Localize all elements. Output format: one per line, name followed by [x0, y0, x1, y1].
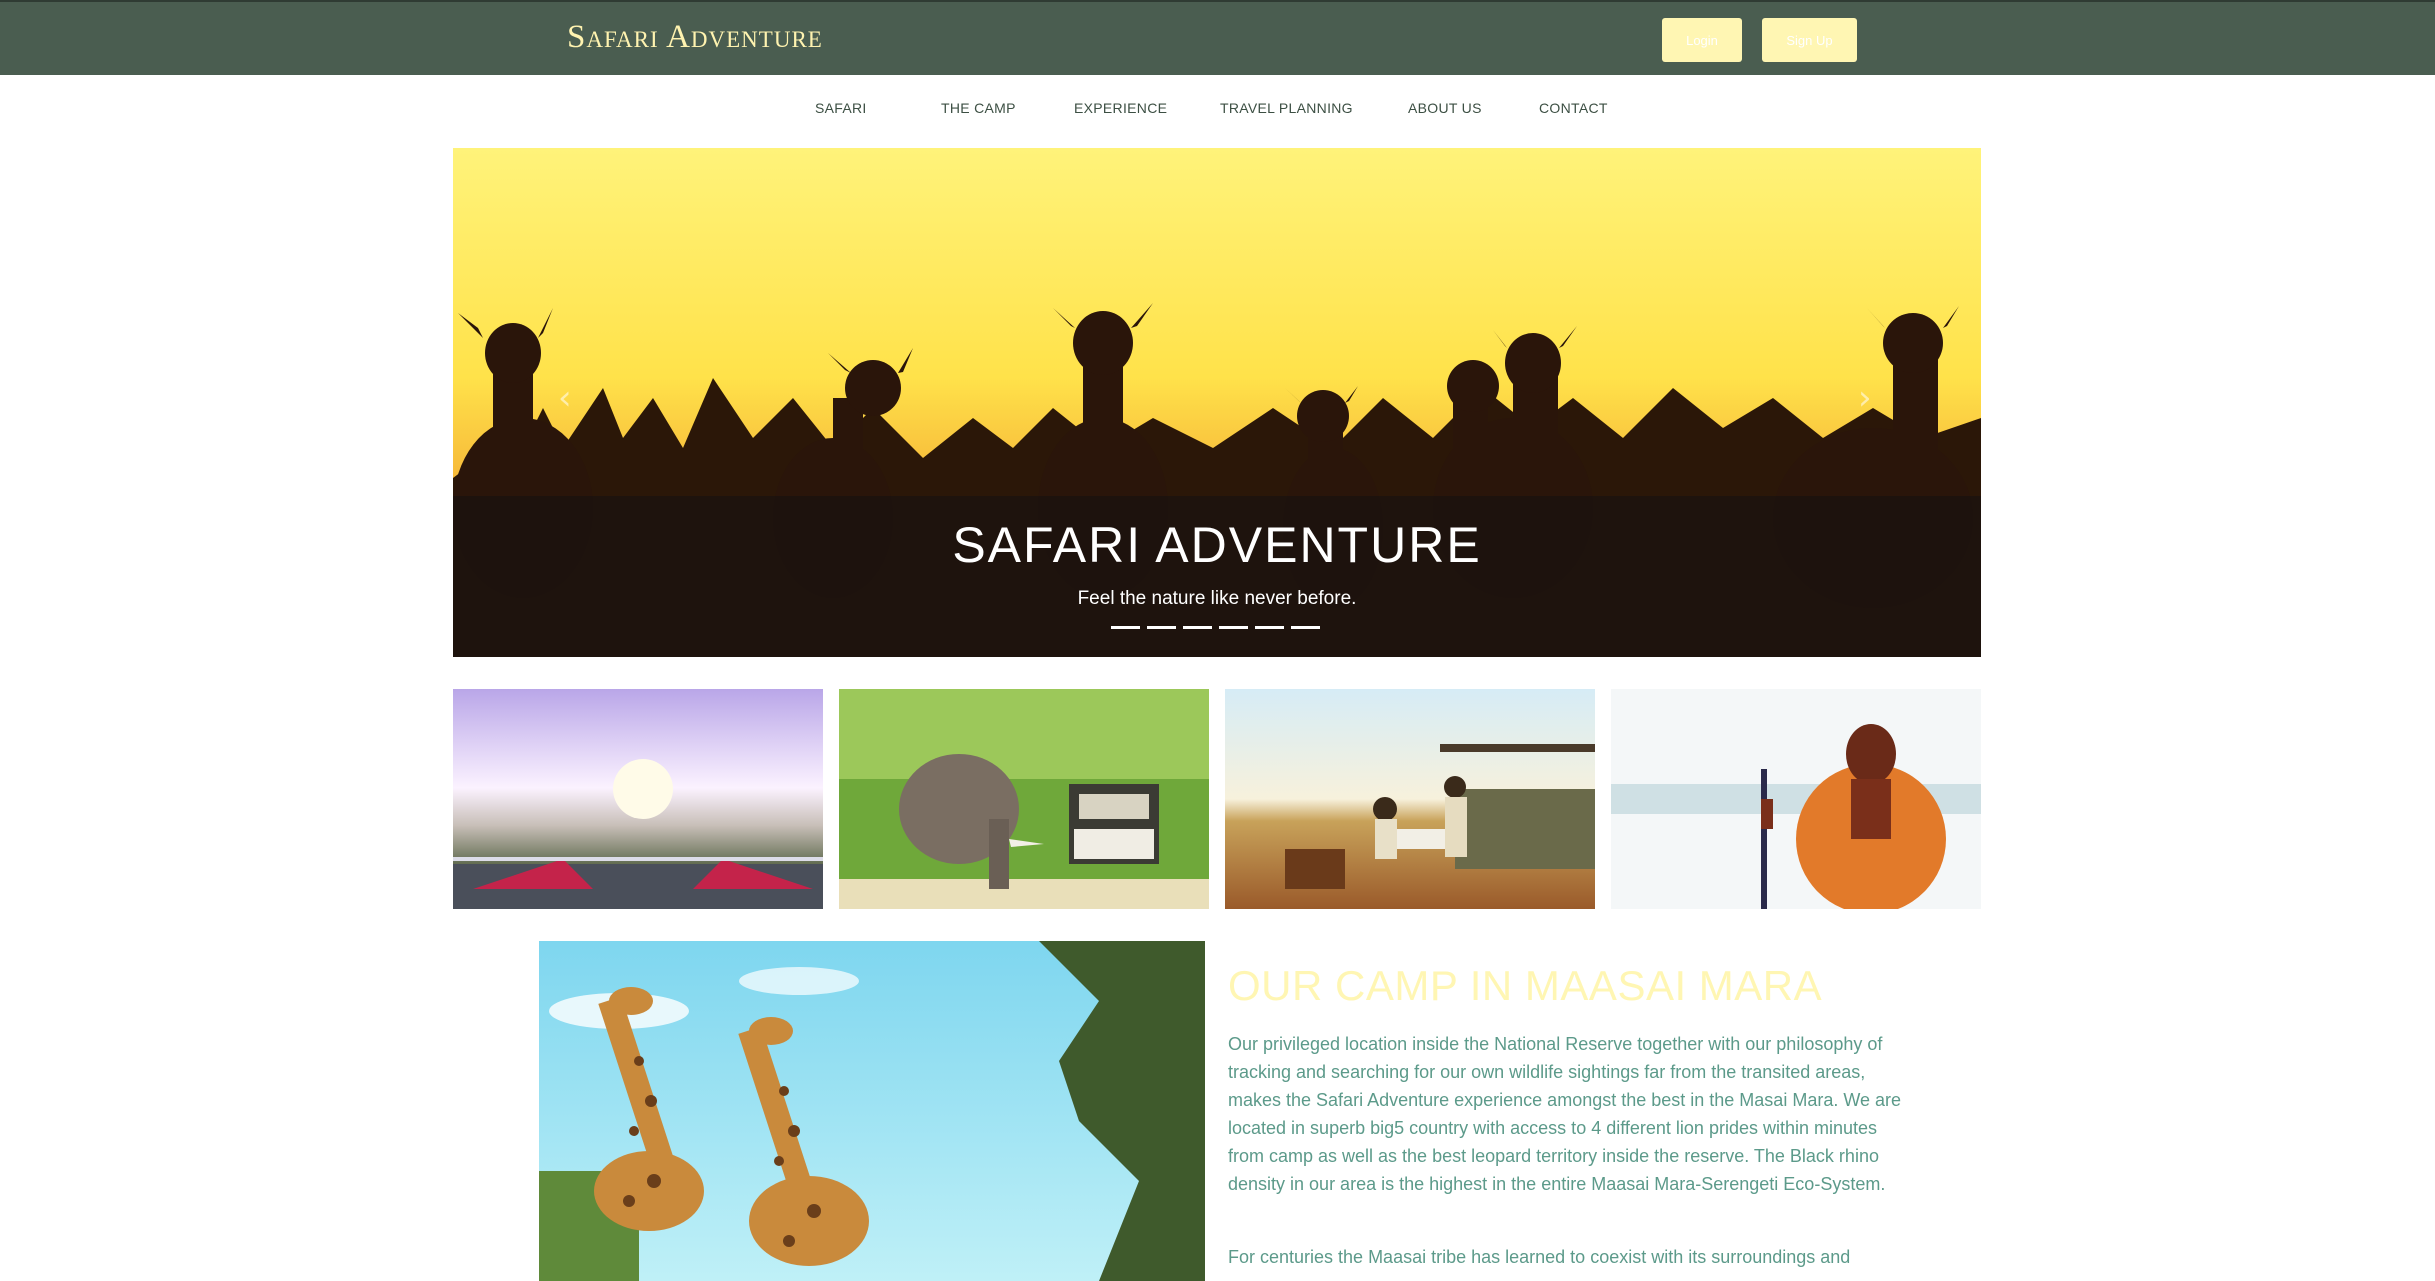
carousel-indicator[interactable] — [1147, 626, 1176, 629]
nav-item-experience[interactable]: EXPERIENCE — [1074, 100, 1167, 116]
nav-item-about-us[interactable]: ABOUT US — [1408, 100, 1482, 116]
carousel-indicator[interactable] — [1111, 626, 1140, 629]
thumb-elephant-jeep[interactable] — [839, 689, 1209, 909]
thumb-sunset-lounge[interactable] — [453, 689, 823, 909]
hero-subtitle: Feel the nature like never before. — [1077, 588, 1357, 609]
hero-carousel[interactable]: SAFARI ADVENTURE Feel the nature like ne… — [453, 148, 1981, 657]
carousel-indicator[interactable] — [1183, 626, 1212, 629]
nav-item-travel-planning[interactable]: TRAVEL PLANNING — [1220, 100, 1353, 116]
giraffe-image — [539, 941, 1205, 1281]
carousel-indicator[interactable] — [1255, 626, 1284, 629]
nav-item-safari[interactable]: SAFARI — [815, 100, 867, 116]
signup-button[interactable]: Sign Up — [1762, 18, 1857, 62]
chevron-right-icon[interactable]: › — [1858, 378, 1872, 418]
brand-logo[interactable]: Safari Adventure — [567, 19, 823, 56]
carousel-indicators — [1111, 626, 1323, 632]
chevron-left-icon[interactable]: ‹ — [558, 378, 572, 418]
camp-description-continued: For centuries the Maasai tribe has learn… — [1228, 1247, 1851, 1267]
camp-heading: OUR CAMP IN MAASAI MARA — [1228, 962, 1823, 1009]
nav-item-the-camp[interactable]: THE CAMP — [941, 100, 1016, 116]
carousel-indicator[interactable] — [1219, 626, 1248, 629]
camp-description: Our privileged location inside the Natio… — [1228, 1034, 1902, 1194]
thumb-bush-breakfast[interactable] — [1225, 689, 1595, 909]
hero-title: SAFARI ADVENTURE — [952, 517, 1482, 573]
carousel-indicator[interactable] — [1291, 626, 1320, 629]
main-nav: SAFARI THE CAMP EXPERIENCE TRAVEL PLANNI… — [0, 100, 2435, 124]
top-bar: Safari Adventure Login Sign Up — [0, 0, 2435, 75]
nav-item-contact[interactable]: CONTACT — [1539, 100, 1608, 116]
thumb-maasai-warrior[interactable] — [1611, 689, 1981, 909]
login-button[interactable]: Login — [1662, 18, 1742, 62]
